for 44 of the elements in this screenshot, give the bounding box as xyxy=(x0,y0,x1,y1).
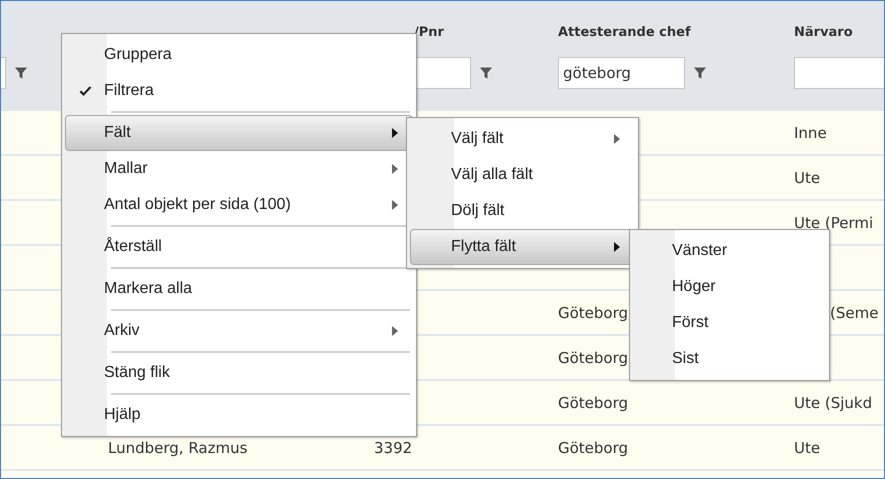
table-cell: Göteborg xyxy=(558,394,628,412)
table-cell: (Seme xyxy=(830,304,878,322)
table-cell: Ute xyxy=(794,168,820,186)
menu-item[interactable]: Antal objekt per sida (100) xyxy=(65,187,413,223)
menu-item[interactable]: Först xyxy=(633,305,826,341)
menu-item[interactable]: Gruppera xyxy=(65,37,413,73)
menu-item[interactable]: Mallar xyxy=(65,151,413,187)
filter-icon[interactable] xyxy=(15,67,27,79)
menu-item[interactable]: Dölj fält xyxy=(410,193,635,229)
menu-item[interactable]: Fält xyxy=(65,115,413,151)
menu-item[interactable]: Markera alla xyxy=(65,271,413,307)
menu-item[interactable]: Stäng flik xyxy=(65,355,413,391)
column-header[interactable]: Attesterande chef xyxy=(558,25,691,40)
menu-item[interactable]: Sist xyxy=(633,341,826,377)
table-cell: Ute (Permi xyxy=(794,214,874,232)
check-icon xyxy=(78,86,92,96)
submenu-arrow-icon xyxy=(392,164,398,174)
submenu-arrow-icon xyxy=(614,134,620,144)
table-cell: Göteborg xyxy=(558,438,628,456)
filter-icon[interactable] xyxy=(480,67,492,79)
menu-item[interactable]: Välj alla fält xyxy=(410,157,635,193)
submenu-arrow-icon xyxy=(392,200,398,210)
table-cell: Göteborg xyxy=(558,304,628,322)
menu-item[interactable]: Vänster xyxy=(633,233,826,269)
filter-field[interactable] xyxy=(794,57,884,89)
table-cell: Göteborg xyxy=(558,348,628,366)
menu-item[interactable]: Höger xyxy=(633,269,826,305)
column-header[interactable]: Närvaro xyxy=(794,25,853,40)
column-header[interactable]: /Pnr xyxy=(414,25,444,40)
table-cell: Inne xyxy=(794,124,827,142)
filter-icon[interactable] xyxy=(694,67,706,79)
table-cell: Ute (Sjukd xyxy=(794,394,872,412)
menu-item[interactable]: Hjälp xyxy=(65,397,413,433)
submenu-arrow-icon xyxy=(392,128,398,138)
table-cell: Lundberg, Razmus xyxy=(108,438,248,456)
filter-field[interactable]: göteborg xyxy=(558,57,685,89)
table-cell: 3392 xyxy=(374,438,412,456)
table-cell: Ute xyxy=(794,438,820,456)
menu-item[interactable]: Arkiv xyxy=(65,313,413,349)
menu-item[interactable]: Filtrera xyxy=(65,73,413,109)
submenu-arrow-icon xyxy=(392,326,398,336)
submenu-arrow-icon xyxy=(614,242,620,252)
filter-field[interactable] xyxy=(414,57,471,89)
menu-item[interactable]: Välj fält xyxy=(410,121,635,157)
